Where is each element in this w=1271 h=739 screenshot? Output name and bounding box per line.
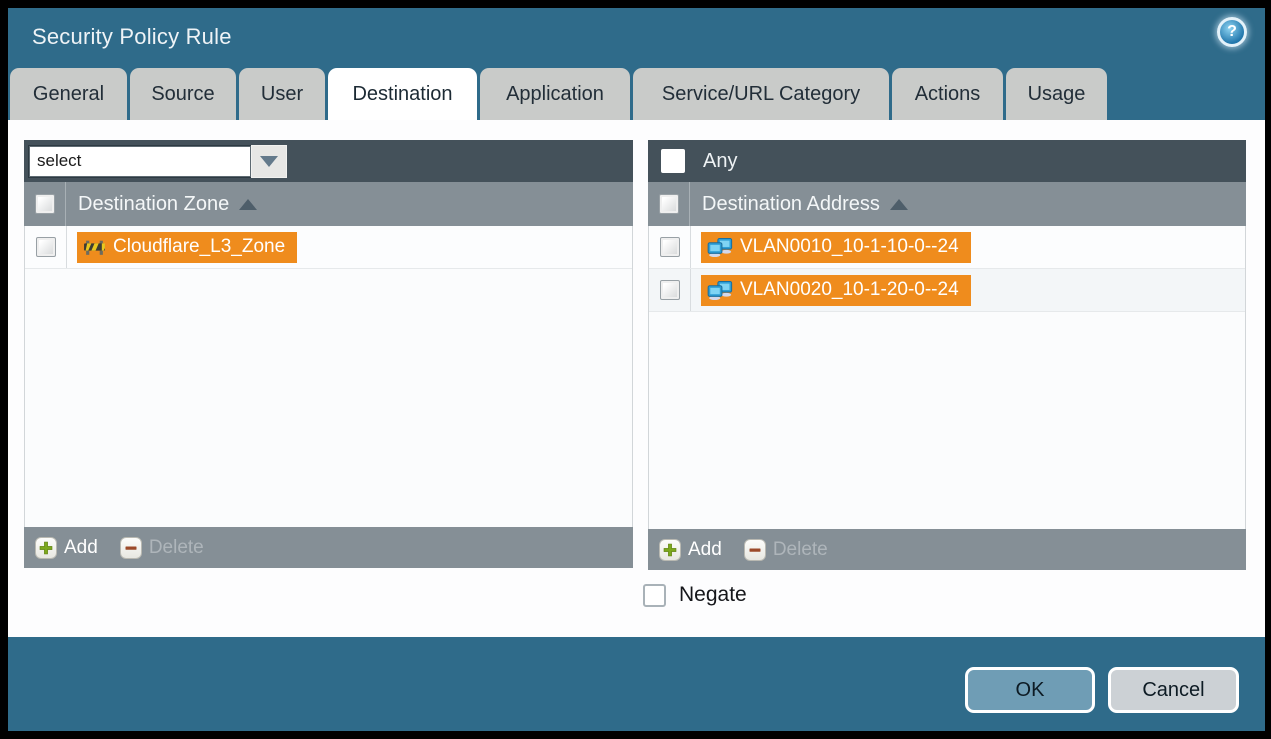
address-delete-label: Delete	[773, 539, 828, 561]
address-row-checkbox-cell	[649, 226, 691, 268]
address-entry[interactable]: VLAN0020_10-1-20-0--24	[701, 275, 971, 306]
network-icon	[707, 281, 733, 300]
destination-address-panel: Any Destination Address	[648, 140, 1246, 570]
address-delete-button[interactable]: Delete	[744, 539, 828, 561]
add-icon	[659, 539, 681, 561]
negate-option: Negate	[643, 583, 747, 607]
zone-delete-button[interactable]: Delete	[120, 537, 204, 559]
zone-column-header: Destination Zone	[24, 182, 633, 226]
address-name: VLAN0010_10-1-10-0--24	[740, 236, 959, 258]
tab-destination[interactable]: Destination	[328, 68, 477, 120]
tab-strip: General Source User Destination Applicat…	[10, 68, 1107, 120]
screen: Security Policy Rule ? General Source Us…	[0, 0, 1271, 739]
zone-column-label[interactable]: Destination Zone	[78, 193, 229, 216]
add-icon	[35, 537, 57, 559]
network-icon	[707, 238, 733, 257]
address-row[interactable]: VLAN0010_10-1-10-0--24	[649, 226, 1245, 269]
zone-select-input[interactable]	[29, 146, 251, 177]
tab-source[interactable]: Source	[130, 68, 236, 120]
tab-actions[interactable]: Actions	[892, 68, 1003, 120]
cancel-button[interactable]: Cancel	[1108, 667, 1239, 713]
address-add-button[interactable]: Add	[659, 539, 722, 561]
title-bar: Security Policy Rule ?	[8, 8, 1265, 68]
zone-delete-label: Delete	[149, 537, 204, 559]
zone-row-checkbox[interactable]	[36, 237, 56, 257]
destination-tab-content: Destination Zone	[8, 120, 1265, 637]
zone-panel-footer: Add Delete	[24, 527, 633, 568]
zone-add-label: Add	[64, 537, 98, 559]
destination-zone-panel: Destination Zone	[24, 140, 633, 568]
help-icon[interactable]: ?	[1217, 17, 1247, 47]
zone-list: Cloudflare_L3_Zone	[24, 226, 633, 527]
zone-name: Cloudflare_L3_Zone	[113, 236, 285, 258]
ok-button[interactable]: OK	[965, 667, 1095, 713]
address-name: VLAN0020_10-1-20-0--24	[740, 279, 959, 301]
zone-select-all-cell	[24, 182, 66, 226]
tab-user[interactable]: User	[239, 68, 325, 120]
any-bar: Any	[648, 140, 1246, 182]
security-policy-rule-dialog: Security Policy Rule ? General Source Us…	[8, 8, 1265, 731]
tab-application[interactable]: Application	[480, 68, 630, 120]
zone-select-dropdown-button[interactable]	[251, 145, 287, 178]
chevron-down-icon	[260, 156, 278, 167]
address-row[interactable]: VLAN0020_10-1-20-0--24	[649, 269, 1245, 312]
tab-general[interactable]: General	[10, 68, 127, 120]
address-row-checkbox-cell	[649, 269, 691, 311]
negate-checkbox[interactable]	[643, 584, 666, 607]
address-entry[interactable]: VLAN0010_10-1-10-0--24	[701, 232, 971, 263]
delete-icon	[120, 537, 142, 559]
address-row-checkbox[interactable]	[660, 280, 680, 300]
zone-select-bar	[24, 140, 633, 182]
address-column-header: Destination Address	[648, 182, 1246, 226]
delete-icon	[744, 539, 766, 561]
address-panel-footer: Add Delete	[648, 529, 1246, 570]
zone-select-all-checkbox[interactable]	[35, 194, 55, 214]
address-select-all-cell	[648, 182, 690, 226]
zone-row-checkbox-cell	[25, 226, 67, 268]
negate-label: Negate	[679, 583, 747, 607]
address-add-label: Add	[688, 539, 722, 561]
any-label: Any	[703, 150, 737, 173]
sort-ascending-icon[interactable]	[890, 199, 908, 210]
any-checkbox[interactable]	[661, 149, 685, 173]
address-row-checkbox[interactable]	[660, 237, 680, 257]
zone-add-button[interactable]: Add	[35, 537, 98, 559]
dialog-title: Security Policy Rule	[32, 24, 232, 50]
sort-ascending-icon[interactable]	[239, 199, 257, 210]
address-select-all-checkbox[interactable]	[659, 194, 679, 214]
zone-icon	[83, 239, 106, 256]
zone-entry[interactable]: Cloudflare_L3_Zone	[77, 232, 297, 263]
address-column-label[interactable]: Destination Address	[702, 193, 880, 216]
zone-row[interactable]: Cloudflare_L3_Zone	[25, 226, 632, 269]
tab-usage[interactable]: Usage	[1006, 68, 1107, 120]
tab-service-url-category[interactable]: Service/URL Category	[633, 68, 889, 120]
address-list: VLAN0010_10-1-10-0--24	[648, 226, 1246, 529]
